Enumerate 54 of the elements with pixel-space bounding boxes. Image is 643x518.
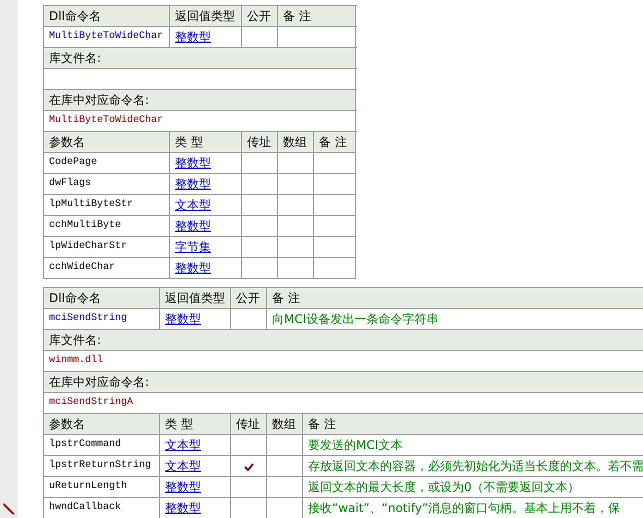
param-name: cchMultiByte: [44, 216, 170, 236]
alias-name: mciSendStringA: [44, 392, 643, 414]
type-link[interactable]: 整数型: [170, 216, 242, 236]
command-name: mciSendString: [44, 308, 160, 330]
section-label: 在库中对应命令名:: [44, 372, 643, 392]
param-name: CodePage: [44, 152, 170, 174]
note-cell: 接收“wait”、“notify”消息的窗口句柄。基本上用不着，保: [302, 498, 643, 518]
param-name: dwFlags: [44, 174, 170, 194]
note-cell: 返回文本的最大长度，或设为0（不需要返回文本）: [302, 476, 643, 498]
section-label: 在库中对应命令名:: [44, 90, 356, 110]
param-name: lpMultiByteStr: [44, 194, 170, 216]
column-header: 类 型: [160, 414, 230, 434]
column-header: 类 型: [170, 132, 242, 152]
column-header: Dll命令名: [44, 6, 170, 26]
column-header: 传址: [242, 132, 278, 152]
column-header: 数组: [266, 414, 302, 434]
type-link[interactable]: 整数型: [170, 258, 242, 278]
type-link[interactable]: 整数型: [170, 174, 242, 194]
column-header: 返回值类型: [160, 288, 230, 308]
note-cell: 要发送的MCI文本: [302, 434, 643, 456]
param-name: lpstrReturnString: [44, 456, 160, 476]
column-header: 备 注: [314, 132, 356, 152]
type-link[interactable]: 文本型: [170, 194, 242, 216]
note-cell: 向MCI设备发出一条命令字符串: [266, 308, 643, 330]
column-header: 参数名: [44, 132, 170, 152]
param-name: cchWideChar: [44, 258, 170, 278]
column-header: 返回值类型: [170, 6, 242, 26]
type-link[interactable]: 整数型: [160, 476, 230, 498]
library-file: winmm.dll: [44, 350, 643, 372]
column-header: 参数名: [44, 414, 160, 434]
type-link[interactable]: 整数型: [170, 152, 242, 174]
column-header: 备 注: [302, 414, 643, 434]
column-header: Dll命令名: [44, 288, 160, 308]
column-header: 公开: [242, 6, 278, 26]
column-header: 传址: [230, 414, 266, 434]
type-link[interactable]: 整数型: [170, 26, 242, 48]
type-link[interactable]: 整数型: [160, 308, 230, 330]
type-link[interactable]: 文本型: [160, 434, 230, 456]
type-link[interactable]: 文本型: [160, 456, 230, 476]
section-label: 库文件名:: [44, 330, 643, 350]
column-header: 备 注: [266, 288, 643, 308]
param-name: lpstrCommand: [44, 434, 160, 456]
alias-name: MultiByteToWideChar: [44, 110, 356, 132]
section-label: 库文件名:: [44, 48, 356, 68]
param-name: lpWideCharStr: [44, 236, 170, 258]
column-header: 公开: [230, 288, 266, 308]
param-name: uReturnLength: [44, 476, 160, 498]
type-link[interactable]: 字节集: [170, 236, 242, 258]
type-link[interactable]: 整数型: [160, 498, 230, 518]
param-name: hwndCallback: [44, 498, 160, 518]
pencil-icon: [2, 501, 16, 515]
command-name: MultiByteToWideChar: [44, 26, 170, 48]
column-header: 备 注: [278, 6, 356, 26]
column-header: 数组: [278, 132, 314, 152]
